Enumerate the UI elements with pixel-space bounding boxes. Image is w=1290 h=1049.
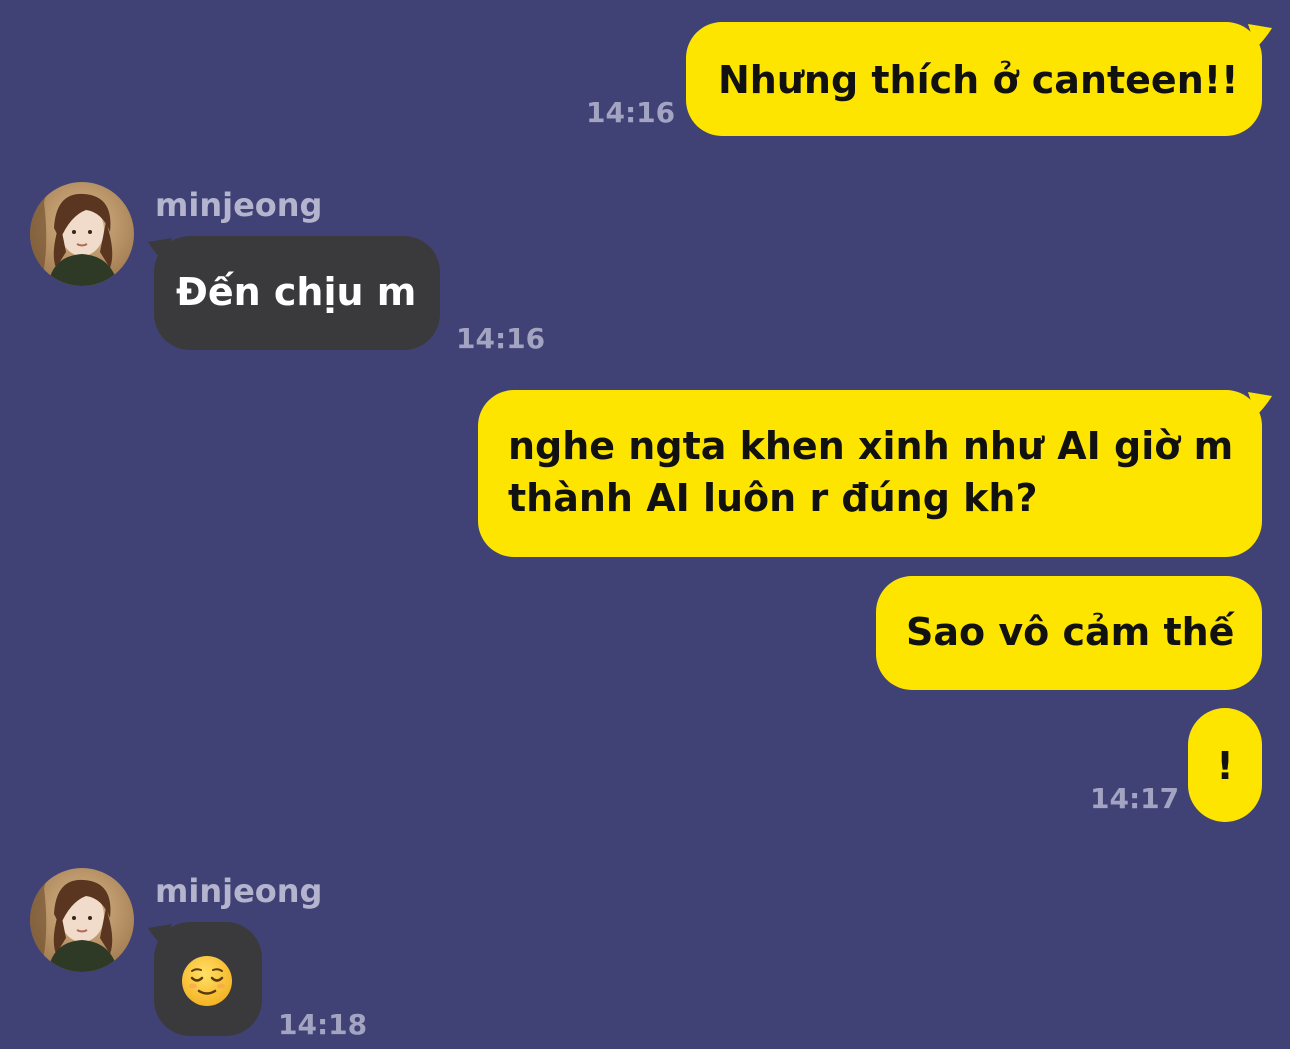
message-bubble-received[interactable]: Đến chịu m [154, 236, 440, 350]
message-text: Đến chịu m [176, 270, 417, 314]
message-bubble-received[interactable] [154, 922, 262, 1036]
message-text: Nhưng thích ở canteen!! [718, 58, 1239, 102]
message-time: 14:18 [278, 1008, 368, 1041]
message-bubble-sent[interactable]: Sao vô cảm thế [876, 576, 1262, 690]
bubble-tail [1248, 392, 1272, 416]
sender-name: minjeong [155, 186, 323, 224]
message-time: 14:17 [1090, 782, 1180, 815]
avatar[interactable] [30, 868, 134, 972]
message-text-line-1: nghe ngta khen xinh như AI giờ m [508, 424, 1234, 468]
message-bubble-sent[interactable]: Nhưng thích ở canteen!! [686, 22, 1262, 136]
message-text: ! [1216, 744, 1234, 788]
chat-area[interactable]: 14:16 Nhưng thích ở canteen!! minjeong Đ… [0, 0, 1290, 1049]
message-bubble-sent[interactable]: nghe ngta khen xinh như AI giờ m thành A… [478, 390, 1262, 557]
avatar[interactable] [30, 182, 134, 286]
bubble-tail [1248, 24, 1272, 48]
sender-name: minjeong [155, 872, 323, 910]
relieved-face-emoji [182, 956, 232, 1006]
message-text: Sao vô cảm thế [906, 610, 1235, 654]
message-bubble-sent[interactable]: ! [1188, 708, 1262, 822]
message-time: 14:16 [456, 322, 546, 355]
message-time: 14:16 [586, 96, 676, 129]
message-text-line-2: thành AI luôn r đúng kh? [508, 476, 1038, 520]
